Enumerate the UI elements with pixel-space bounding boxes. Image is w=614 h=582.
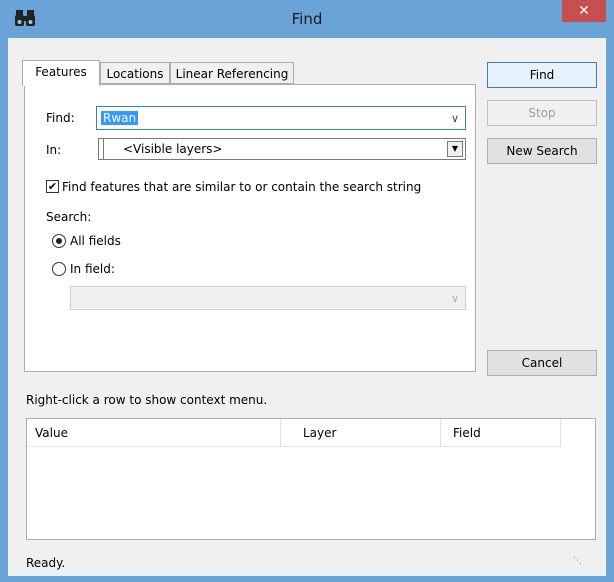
find-input[interactable]: Rwan ∨ [96, 106, 466, 130]
new-search-button[interactable]: New Search [487, 138, 597, 164]
title-bar: Find ✕ [0, 0, 614, 38]
tab-linear-referencing[interactable]: Linear Referencing [170, 62, 294, 84]
status-text: Ready. [26, 556, 66, 570]
stop-button[interactable]: Stop [487, 100, 597, 126]
chevron-down-icon[interactable]: ∨ [451, 112, 459, 125]
in-field-radio[interactable] [52, 262, 66, 276]
tab-features[interactable]: Features [22, 60, 100, 86]
find-button[interactable]: Find [487, 62, 597, 88]
in-field-select[interactable]: ∨ [70, 286, 466, 310]
in-field-label: In field: [70, 262, 115, 276]
tab-locations[interactable]: Locations [100, 62, 170, 84]
in-label: In: [46, 143, 62, 157]
column-header-layer[interactable]: Layer [281, 419, 441, 447]
close-icon: ✕ [578, 3, 590, 19]
cancel-button[interactable]: Cancel [487, 350, 597, 376]
search-label: Search: [46, 210, 92, 224]
similar-checkbox[interactable]: ✔ [46, 180, 59, 193]
in-layer-value: <Visible layers> [123, 142, 223, 156]
results-table[interactable]: Value Layer Field [26, 418, 596, 540]
find-label: Find: [46, 111, 75, 125]
column-header-field[interactable]: Field [441, 419, 561, 447]
find-input-value: Rwan [101, 111, 139, 125]
dropdown-arrow-icon[interactable]: ▼ [447, 141, 463, 157]
chevron-down-icon[interactable]: ∨ [451, 292, 459, 305]
status-bar: Ready. ⋱ [26, 552, 586, 574]
window-title: Find [291, 10, 323, 28]
in-layer-select[interactable]: <Visible layers> ▼ [98, 138, 466, 160]
similar-checkbox-label: Find features that are similar to or con… [62, 180, 422, 194]
close-button[interactable]: ✕ [562, 0, 606, 22]
all-fields-label: All fields [70, 234, 121, 248]
column-header-value[interactable]: Value [27, 419, 281, 447]
resize-grip-icon[interactable]: ⋱ [573, 550, 582, 572]
results-hint: Right-click a row to show context menu. [26, 393, 268, 407]
all-fields-radio[interactable] [52, 234, 66, 248]
